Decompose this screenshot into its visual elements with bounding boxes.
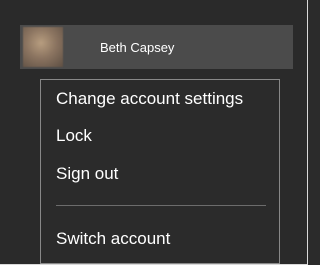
avatar	[23, 27, 63, 67]
change-account-settings-menu-item[interactable]: Change account settings	[56, 89, 243, 109]
menu-separator	[56, 205, 266, 206]
account-flyout: Beth Capsey Change account settings Lock…	[0, 0, 308, 265]
user-name: Beth Capsey	[100, 39, 175, 55]
user-account-tile[interactable]: Beth Capsey	[20, 25, 293, 69]
account-menu: Change account settings Lock Sign out Sw…	[40, 79, 280, 264]
sign-out-menu-item[interactable]: Sign out	[56, 164, 118, 184]
switch-account-menu-item[interactable]: Switch account	[56, 229, 170, 249]
lock-menu-item[interactable]: Lock	[56, 126, 92, 146]
